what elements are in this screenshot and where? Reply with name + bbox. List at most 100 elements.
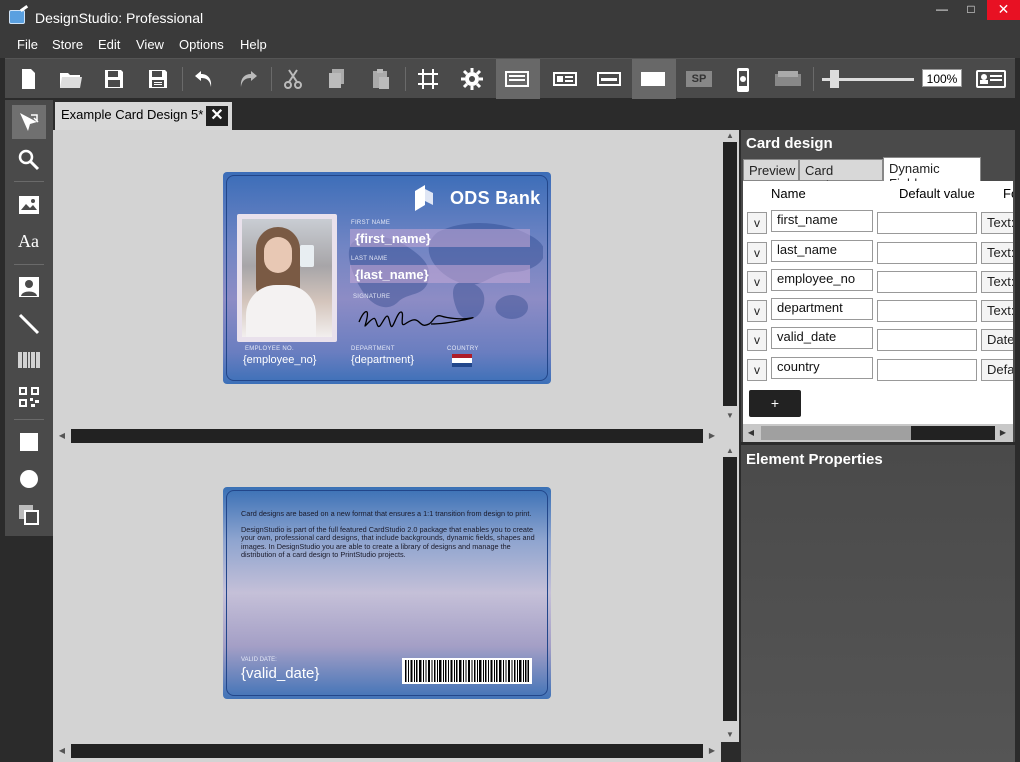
- mobile-button[interactable]: [725, 59, 761, 99]
- card-front-view-button[interactable]: [496, 59, 540, 99]
- scrollbar-thumb[interactable]: [723, 457, 737, 721]
- tab-dynamic-fields[interactable]: Dynamic Fields: [883, 157, 981, 191]
- fields-horizontal-scrollbar[interactable]: ◀ ▶: [743, 424, 1013, 442]
- field-name-input[interactable]: country: [771, 357, 873, 379]
- print-preview-button[interactable]: [968, 59, 1008, 99]
- text-tool[interactable]: Aa: [12, 225, 46, 259]
- save-button[interactable]: [96, 59, 132, 99]
- scroll-right-icon[interactable]: ▶: [703, 427, 721, 445]
- line-tool[interactable]: [12, 307, 46, 341]
- format-select[interactable]: Text:: [981, 212, 1013, 234]
- window-title: DesignStudio: Professional: [35, 10, 204, 26]
- card-both-view-button[interactable]: [545, 59, 585, 99]
- scroll-down-icon[interactable]: ▼: [721, 410, 739, 422]
- background-tool[interactable]: [12, 188, 46, 222]
- back-vertical-scrollbar[interactable]: ▲ ▼: [721, 445, 739, 742]
- default-value-input[interactable]: [877, 359, 977, 381]
- scrollbar-thumb[interactable]: [71, 744, 703, 758]
- layers-tool[interactable]: [12, 498, 46, 532]
- rectangle-tool[interactable]: [12, 425, 46, 459]
- photo-tool[interactable]: [12, 270, 46, 304]
- field-name-input[interactable]: department: [771, 298, 873, 320]
- scrollbar-thumb[interactable]: [71, 429, 703, 443]
- front-vertical-scrollbar[interactable]: ▲ ▼: [721, 130, 739, 427]
- add-field-button[interactable]: +: [749, 390, 801, 417]
- barcode-tool[interactable]: [12, 343, 46, 377]
- redo-button[interactable]: [230, 59, 266, 99]
- default-value-input[interactable]: [877, 271, 977, 293]
- scroll-down-icon[interactable]: ▼: [721, 729, 739, 741]
- column-header-format[interactable]: Fo: [1003, 186, 1013, 201]
- settings-button[interactable]: [454, 59, 490, 99]
- card-front[interactable]: ODS Bank FIRST NAME {first_name} LAST NA…: [223, 172, 551, 384]
- scroll-left-icon[interactable]: ◀: [743, 424, 759, 442]
- default-value-input[interactable]: [877, 242, 977, 264]
- default-value-input[interactable]: [877, 300, 977, 322]
- menu-options[interactable]: Options: [179, 37, 224, 52]
- scroll-right-icon[interactable]: ▶: [995, 424, 1011, 442]
- undo-button[interactable]: [186, 59, 222, 99]
- row-toggle-button[interactable]: v: [747, 300, 767, 322]
- format-select[interactable]: Text:: [981, 300, 1013, 322]
- card-reader-button[interactable]: [767, 59, 807, 99]
- scroll-left-icon[interactable]: ◀: [53, 427, 71, 445]
- scroll-up-icon[interactable]: ▲: [721, 130, 739, 142]
- menu-file[interactable]: File: [17, 37, 38, 52]
- back-horizontal-scrollbar[interactable]: ◀ ▶: [53, 742, 721, 762]
- card-blank-button[interactable]: [632, 59, 676, 99]
- select-tool[interactable]: [12, 105, 46, 139]
- new-document-button[interactable]: [10, 59, 46, 99]
- format-select[interactable]: Text:: [981, 242, 1013, 264]
- zoom-slider-thumb[interactable]: [830, 70, 839, 88]
- field-name-input[interactable]: first_name: [771, 210, 873, 232]
- menu-view[interactable]: View: [136, 37, 164, 52]
- menu-store[interactable]: Store: [52, 37, 83, 52]
- scrollbar-thumb[interactable]: [911, 426, 995, 440]
- row-toggle-button[interactable]: v: [747, 212, 767, 234]
- close-tab-icon[interactable]: ✕: [206, 106, 228, 126]
- menu-help[interactable]: Help: [240, 37, 267, 52]
- close-button[interactable]: ✕: [987, 0, 1020, 20]
- app-icon: [9, 10, 25, 24]
- copy-button[interactable]: [319, 59, 355, 99]
- save-as-button[interactable]: [140, 59, 176, 99]
- cut-button[interactable]: [275, 59, 311, 99]
- front-horizontal-scrollbar[interactable]: ◀ ▶: [53, 427, 721, 445]
- menu-edit[interactable]: Edit: [98, 37, 120, 52]
- scroll-up-icon[interactable]: ▲: [721, 445, 739, 457]
- field-name-input[interactable]: last_name: [771, 240, 873, 262]
- row-toggle-button[interactable]: v: [747, 242, 767, 264]
- grid-button[interactable]: [410, 59, 446, 99]
- sp-button[interactable]: SP: [680, 59, 720, 99]
- tab-card-settings[interactable]: Card settings: [799, 159, 883, 193]
- open-button[interactable]: [52, 59, 88, 99]
- row-toggle-button[interactable]: v: [747, 329, 767, 351]
- paste-button[interactable]: [363, 59, 399, 99]
- zoom-slider[interactable]: [820, 70, 916, 88]
- field-name-input[interactable]: employee_no: [771, 269, 873, 291]
- default-value-input[interactable]: [877, 212, 977, 234]
- row-toggle-button[interactable]: v: [747, 271, 767, 293]
- scrollbar-thumb[interactable]: [723, 142, 737, 406]
- tab-example-card-design[interactable]: Example Card Design 5* ✕: [55, 102, 232, 130]
- card-stripe-view-button[interactable]: [589, 59, 629, 99]
- card-back[interactable]: Card designs are based on a new format t…: [223, 487, 551, 699]
- column-header-name[interactable]: Name: [771, 186, 806, 201]
- maximize-button[interactable]: □: [955, 0, 987, 20]
- format-select[interactable]: Date: [981, 329, 1013, 351]
- minimize-button[interactable]: —: [926, 0, 958, 20]
- zoom-field[interactable]: 100%: [922, 69, 962, 87]
- default-value-input[interactable]: [877, 329, 977, 351]
- ellipse-tool[interactable]: [12, 462, 46, 496]
- tab-preview[interactable]: Preview: [743, 159, 799, 181]
- field-name-input[interactable]: valid_date: [771, 327, 873, 349]
- format-select[interactable]: Defa: [981, 359, 1013, 381]
- column-header-default-value[interactable]: Default value: [899, 186, 975, 201]
- scroll-left-icon[interactable]: ◀: [53, 742, 71, 760]
- scroll-right-icon[interactable]: ▶: [703, 742, 721, 760]
- format-select[interactable]: Text:: [981, 271, 1013, 293]
- row-toggle-button[interactable]: v: [747, 359, 767, 381]
- zoom-tool[interactable]: [12, 143, 46, 177]
- qrcode-tool[interactable]: [12, 380, 46, 414]
- toolbar: SP 100%: [5, 58, 1015, 99]
